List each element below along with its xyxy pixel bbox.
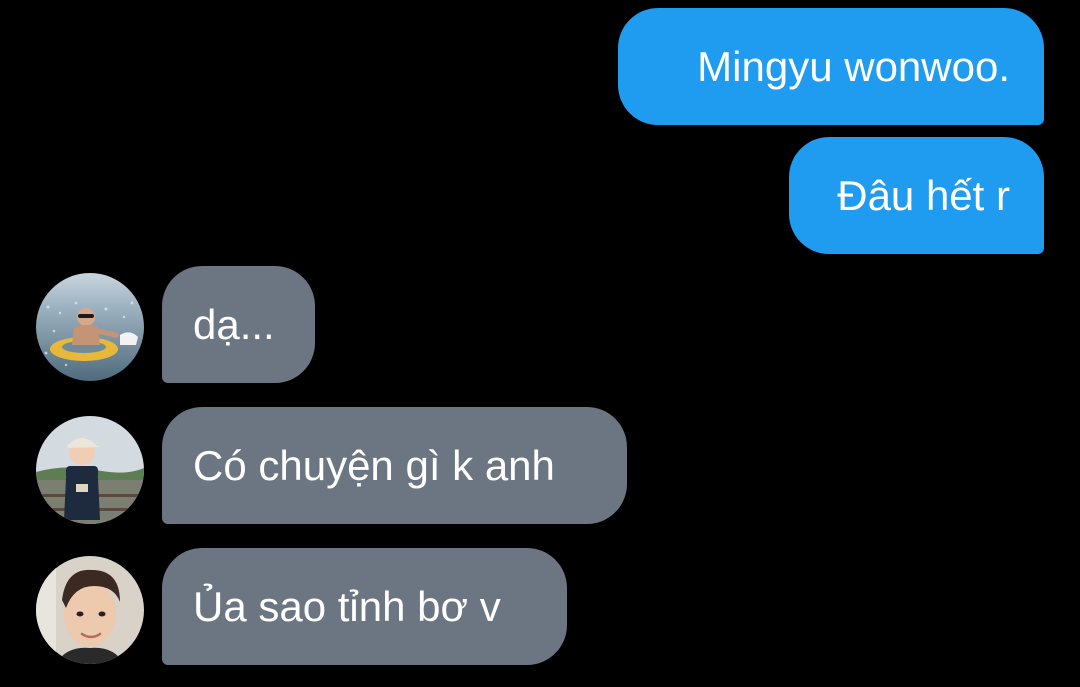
avatar[interactable] xyxy=(36,416,144,524)
incoming-message-bubble[interactable]: Ủa sao tỉnh bơ v xyxy=(162,548,567,665)
chat-thread: Mingyu wonwoo. Đâu hết r dạ... Có chuyện… xyxy=(0,0,1080,687)
message-text: Mingyu wonwoo. xyxy=(697,42,1010,90)
avatar-photo-swim-ring-icon xyxy=(36,273,144,381)
avatar-photo-child-cap-icon xyxy=(36,416,144,524)
outgoing-message-bubble[interactable]: Mingyu wonwoo. xyxy=(618,8,1044,125)
avatar[interactable] xyxy=(36,556,144,664)
message-text: Đâu hết r xyxy=(837,171,1010,219)
avatar[interactable] xyxy=(36,273,144,381)
avatar-photo-portrait-icon xyxy=(36,556,144,664)
message-text: dạ... xyxy=(193,300,275,348)
incoming-message-bubble[interactable]: dạ... xyxy=(162,266,315,383)
message-text: Ủa sao tỉnh bơ v xyxy=(193,582,501,630)
incoming-message-bubble[interactable]: Có chuyện gì k anh xyxy=(162,407,627,524)
message-text: Có chuyện gì k anh xyxy=(193,441,555,489)
outgoing-message-bubble[interactable]: Đâu hết r xyxy=(789,137,1044,254)
